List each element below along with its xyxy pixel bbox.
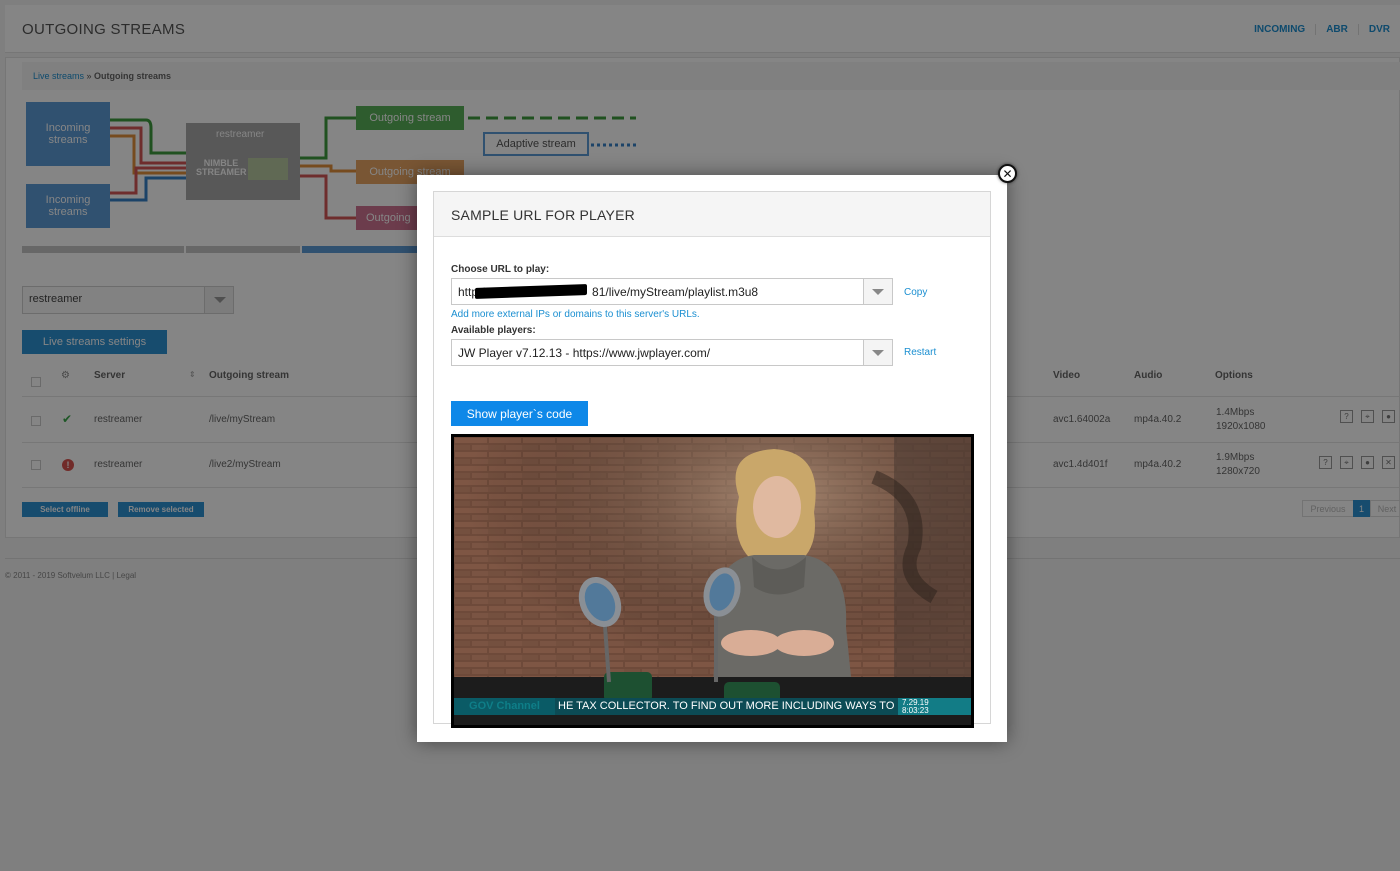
modal-title: SAMPLE URL FOR PLAYER [451, 207, 635, 223]
video-frame [454, 437, 971, 725]
copy-link[interactable]: Copy [904, 287, 927, 298]
url-select[interactable]: http://81/live/myStream/playlist.m3u8 [451, 278, 893, 305]
player-select[interactable]: JW Player v7.12.13 - https://www.jwplaye… [451, 339, 893, 366]
ticker-clock: 7.29.19 8:03:23 [898, 698, 971, 715]
redaction-mark [475, 284, 587, 299]
show-player-code-button[interactable]: Show player`s code [451, 401, 588, 426]
modal-header: SAMPLE URL FOR PLAYER [434, 192, 990, 237]
add-external-ips-link[interactable]: Add more external IPs or domains to this… [451, 309, 700, 320]
player-select-value: JW Player v7.12.13 - https://www.jwplaye… [458, 346, 711, 360]
available-players-label: Available players: [451, 325, 536, 336]
modal-content: SAMPLE URL FOR PLAYER Choose URL to play… [433, 191, 991, 728]
ticker-time: 8:03:23 [902, 706, 929, 715]
news-ticker: GOV Channel HE TAX COLLECTOR. TO FIND OU… [454, 698, 971, 715]
chevron-down-icon[interactable] [863, 279, 892, 304]
url-suffix: 81/live/myStream/playlist.m3u8 [592, 285, 759, 299]
ticker-text: HE TAX COLLECTOR. TO FIND OUT MORE INCLU… [558, 700, 896, 712]
ticker-channel: GOV Channel [454, 698, 555, 715]
sample-url-modal: SAMPLE URL FOR PLAYER Choose URL to play… [417, 175, 1007, 742]
choose-url-label: Choose URL to play: [451, 264, 550, 275]
restart-link[interactable]: Restart [904, 347, 936, 358]
close-icon[interactable]: ✕ [998, 164, 1017, 183]
chevron-down-icon[interactable] [863, 340, 892, 365]
video-player[interactable]: GOV Channel HE TAX COLLECTOR. TO FIND OU… [451, 434, 974, 728]
